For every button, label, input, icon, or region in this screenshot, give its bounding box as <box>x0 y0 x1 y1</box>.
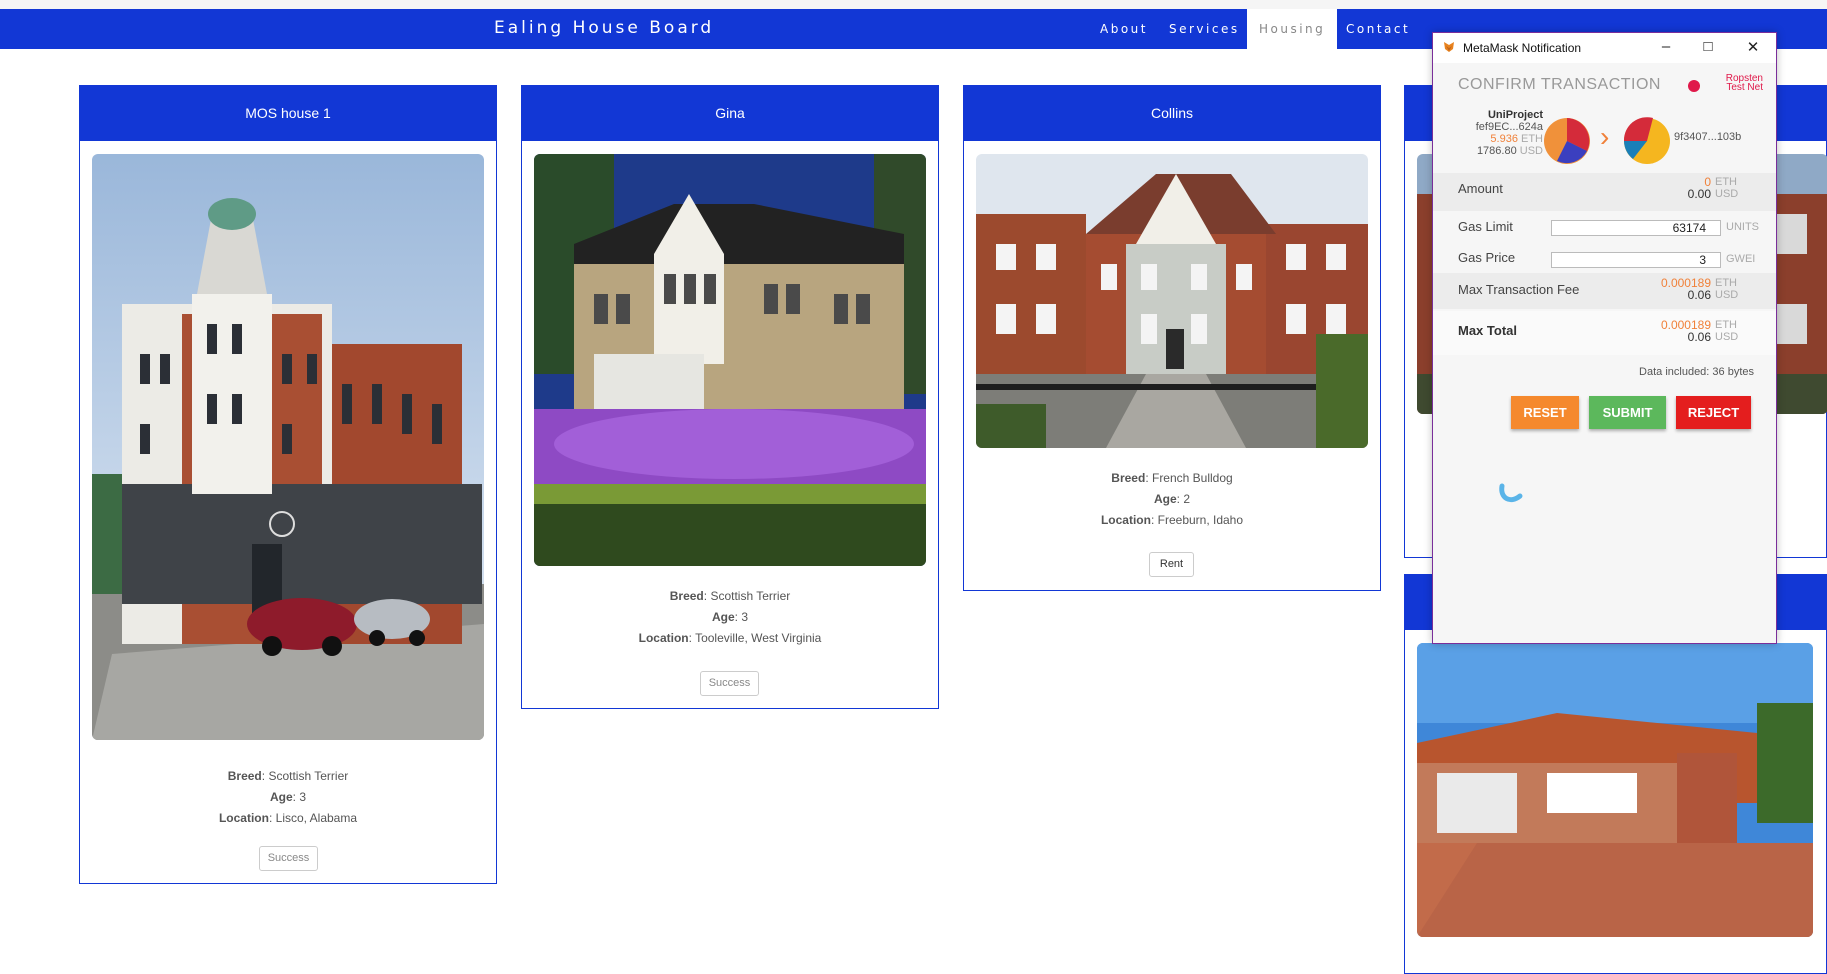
gas-price-label: Gas Price <box>1458 250 1516 265</box>
close-icon[interactable]: ✕ <box>1743 38 1763 56</box>
house-photo <box>534 154 926 566</box>
brand-title[interactable]: Ealing House Board <box>494 18 714 38</box>
max-total-value: 0.000189 0.06 <box>1660 318 1711 344</box>
confirm-heading: CONFIRM TRANSACTION <box>1458 76 1661 93</box>
from-account: UniProject fef9EC...624a 5.936 ETH 1786.… <box>1475 109 1543 157</box>
max-fee-row: Max Transaction Fee 0.000189 0.06 ETH USD <box>1433 273 1776 309</box>
amount-value: 0 0.00 <box>1687 175 1711 201</box>
loading-spinner-icon <box>1499 483 1523 503</box>
age-line: Age: 2 <box>1153 492 1191 506</box>
max-fee-label: Max Transaction Fee <box>1458 282 1580 297</box>
house-card: MOS house 1 Breed: Scottish Terrier Age:… <box>79 85 497 884</box>
house-card: Gina Breed: Scottish Terrier Age: 3 Loca… <box>521 85 939 709</box>
house-photo <box>1417 643 1813 937</box>
gas-limit-label: Gas Limit <box>1458 219 1513 234</box>
network-status-dot <box>1688 80 1700 92</box>
reject-button[interactable]: REJECT <box>1676 396 1751 429</box>
location-line: Location: Lisco, Alabama <box>218 811 358 825</box>
house-card: Collins Breed: French Bulldog Age: 2 Loc… <box>963 85 1381 591</box>
age-line: Age: 3 <box>269 790 307 804</box>
minimize-icon[interactable]: – <box>1656 38 1676 55</box>
nav-housing[interactable]: Housing <box>1247 9 1338 49</box>
metamask-fox-icon <box>1444 42 1454 52</box>
max-fee-units: ETH USD <box>1715 277 1739 301</box>
max-total-units: ETH USD <box>1715 319 1739 343</box>
reset-button[interactable]: RESET <box>1511 396 1579 429</box>
gas-price-unit: GWEI <box>1726 253 1756 265</box>
amount-label: Amount <box>1458 181 1503 196</box>
to-identicon <box>1623 117 1670 164</box>
house-photo <box>92 154 484 740</box>
max-fee-value: 0.000189 0.06 <box>1660 276 1711 302</box>
house-photo <box>976 154 1368 448</box>
card-title: Gina <box>522 86 938 141</box>
card-info: Breed: Scottish Terrier Age: 3 Location:… <box>522 586 938 649</box>
success-button[interactable]: Success <box>700 671 759 696</box>
breed-line: Breed: Scottish Terrier <box>669 589 791 603</box>
browser-top-strip <box>0 0 1827 9</box>
window-title: MetaMask Notification <box>1463 41 1582 55</box>
max-total-label: Max Total <box>1458 323 1517 338</box>
gas-limit-unit: UNITS <box>1726 221 1759 233</box>
card-info: Breed: Scottish Terrier Age: 3 Location:… <box>80 766 496 829</box>
window-titlebar: MetaMask Notification – □ ✕ <box>1433 33 1776 63</box>
arrow-right-icon: › <box>1600 121 1610 152</box>
location-line: Location: Tooleville, West Virginia <box>638 631 822 645</box>
gas-price-input[interactable]: 3 <box>1551 252 1721 268</box>
gas-limit-input[interactable]: 63174 <box>1551 220 1721 236</box>
nav-contact[interactable]: Contact <box>1346 9 1410 49</box>
data-included: Data included: 36 bytes <box>1639 366 1754 378</box>
maximize-icon[interactable]: □ <box>1698 38 1718 55</box>
age-line: Age: 3 <box>711 610 749 624</box>
location-line: Location: Freeburn, Idaho <box>1100 513 1244 527</box>
breed-line: Breed: Scottish Terrier <box>227 769 349 783</box>
nav-services[interactable]: Services <box>1169 9 1240 49</box>
card-title: MOS house 1 <box>80 86 496 141</box>
nav-about[interactable]: About <box>1100 9 1148 49</box>
to-address: 9f3407...103b <box>1674 131 1742 143</box>
amount-row: Amount 0 0.00 ETH USD <box>1433 173 1776 211</box>
network-label: Ropsten Test Net <box>1725 73 1763 93</box>
card-info: Breed: French Bulldog Age: 2 Location: F… <box>964 468 1380 531</box>
max-total-row: Max Total 0.000189 0.06 ETH USD <box>1433 311 1776 355</box>
breed-line: Breed: French Bulldog <box>1111 471 1233 485</box>
card-title: Collins <box>964 86 1380 141</box>
metamask-window: MetaMask Notification – □ ✕ CONFIRM TRAN… <box>1432 32 1777 644</box>
success-button[interactable]: Success <box>259 846 318 871</box>
from-identicon <box>1544 118 1590 164</box>
amount-units: ETH USD <box>1715 176 1739 200</box>
submit-button[interactable]: SUBMIT <box>1589 396 1666 429</box>
rent-button[interactable]: Rent <box>1149 552 1194 577</box>
